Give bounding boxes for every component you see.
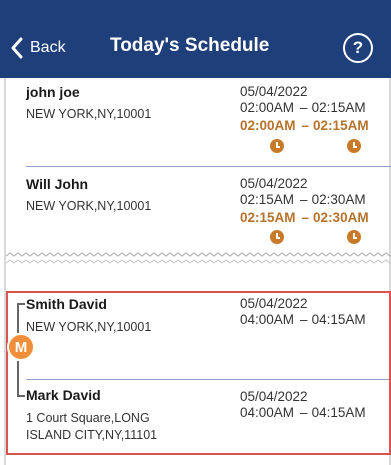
clock-out-icon[interactable] <box>347 139 361 153</box>
time-dash: – <box>300 100 308 115</box>
scheduled-time: 04:00AM –04:15AM <box>240 405 366 420</box>
scheduled-end: 02:15AM <box>311 100 366 115</box>
scheduled-time: 04:00AM –04:15AM <box>240 312 366 327</box>
client-address-line2: ISLAND CITY,NY,11101 <box>26 428 158 442</box>
scheduled-time: 02:00AM –02:15AM <box>240 100 366 115</box>
back-label: Back <box>30 39 66 56</box>
client-address-line1: 1 Court Square,LONG <box>26 411 150 425</box>
actual-end: 02:30AM <box>313 210 369 225</box>
visit-date: 05/04/2022 <box>240 176 308 191</box>
row-divider <box>26 166 391 167</box>
visit-date: 05/04/2022 <box>240 296 308 311</box>
list-item[interactable]: Mark David 1 Court Square,LONG ISLAND CI… <box>6 380 391 452</box>
client-name: Mark David <box>26 387 101 403</box>
client-name: Will John <box>26 176 89 192</box>
scheduled-start: 04:00AM <box>240 312 295 327</box>
clock-out-icon[interactable] <box>347 230 361 244</box>
time-dash: – <box>301 210 310 225</box>
time-dash: – <box>300 405 308 420</box>
scheduled-end: 04:15AM <box>311 405 366 420</box>
list-item[interactable]: Smith David NEW YORK,NY,10001 05/04/2022… <box>6 293 391 377</box>
visit-date: 05/04/2022 <box>240 389 308 404</box>
help-button[interactable]: ? <box>343 33 373 63</box>
actual-start: 02:00AM <box>240 118 296 133</box>
scheduled-start: 02:15AM <box>240 192 295 207</box>
clock-in-icon[interactable] <box>270 230 284 244</box>
actual-time: 02:00AM –02:15AM <box>240 118 369 133</box>
client-address: NEW YORK,NY,10001 <box>26 107 152 121</box>
clock-in-icon[interactable] <box>270 139 284 153</box>
time-dash: – <box>301 118 310 133</box>
scheduled-end: 04:15AM <box>311 312 366 327</box>
page-title: Today's Schedule <box>110 35 270 56</box>
help-icon: ? <box>352 38 364 57</box>
back-button[interactable]: Back <box>10 34 66 62</box>
time-dash: – <box>300 312 308 327</box>
client-name: john joe <box>26 84 80 100</box>
section-separator <box>6 252 391 264</box>
scheduled-time: 02:15AM –02:30AM <box>240 192 366 207</box>
scheduled-end: 02:30AM <box>311 192 366 207</box>
list-item[interactable]: john joe NEW YORK,NY,10001 05/04/2022 02… <box>6 78 391 166</box>
visit-date: 05/04/2022 <box>240 84 308 99</box>
chevron-left-icon <box>11 37 23 59</box>
client-address: NEW YORK,NY,10001 <box>26 320 152 334</box>
merged-badge[interactable]: M <box>7 333 35 361</box>
scheduled-start: 04:00AM <box>240 405 295 420</box>
list-item[interactable]: Will John NEW YORK,NY,10001 05/04/2022 0… <box>6 168 391 252</box>
actual-start: 02:15AM <box>240 210 296 225</box>
client-address: NEW YORK,NY,10001 <box>26 199 152 213</box>
time-dash: – <box>300 192 308 207</box>
scheduled-start: 02:00AM <box>240 100 295 115</box>
top-nav-bar: Back Today's Schedule ? <box>0 0 391 78</box>
actual-end: 02:15AM <box>313 118 369 133</box>
client-name: Smith David <box>26 296 107 312</box>
actual-time: 02:15AM –02:30AM <box>240 210 369 225</box>
